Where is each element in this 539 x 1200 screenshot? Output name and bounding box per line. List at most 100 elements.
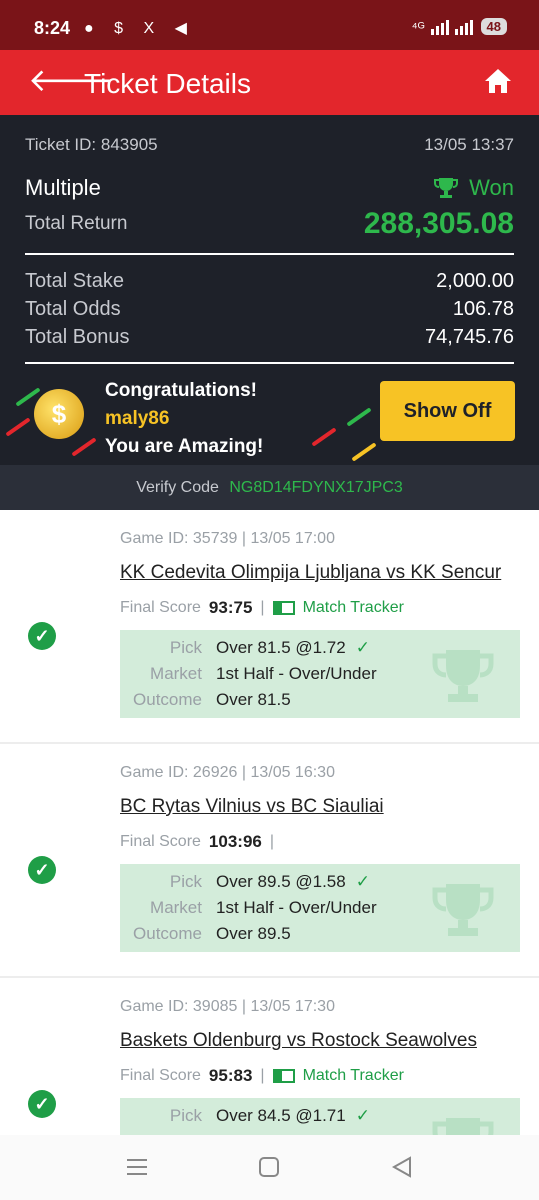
game-id: Game ID: 26926 | 13/05 16:30	[120, 764, 335, 781]
total-return-value: 288,305.08	[363, 207, 514, 240]
total-stake-row: Total Stake 2,000.00	[25, 270, 514, 293]
home-square-icon[interactable]	[257, 1155, 281, 1179]
divider	[25, 253, 514, 255]
battery-icon: 48	[480, 18, 507, 35]
total-stake-label: Total Stake	[25, 270, 124, 292]
outcome-row: Outcome Over 89.5	[120, 924, 291, 944]
match-title[interactable]: KK Cedevita Olimpija Ljubljana vs KK Sen…	[120, 562, 501, 584]
total-odds-label: Total Odds	[25, 298, 121, 320]
menu-icon[interactable]	[125, 1155, 149, 1179]
status-text: Won	[469, 175, 514, 200]
pick-value: Over 89.5 @1.58	[216, 872, 346, 891]
signal-icon	[430, 19, 473, 35]
trophy-icon	[434, 178, 459, 198]
outcome-row: Outcome Over 81.5	[120, 690, 291, 710]
app-bar: 🡐 Ticket Details	[0, 50, 539, 115]
match-tracker-label: Match Tracker	[302, 1067, 404, 1084]
notification-icons: ● $ X ◀	[84, 20, 195, 37]
list-item: ✓ Game ID: 35739 | 13/05 17:00 KK Cedevi…	[0, 510, 539, 744]
network-icon: ⁴ᴳ	[411, 18, 425, 35]
congrats-line3: You are Amazing!	[105, 436, 264, 457]
market-row: Market 1st Half - Over/Under	[120, 898, 377, 918]
match-tracker-icon	[272, 1069, 295, 1083]
status-badge: Won	[433, 175, 514, 201]
pick-row: Pick Over 81.5 @1.72 ✓	[120, 638, 370, 658]
outcome-label: Outcome	[133, 690, 202, 709]
final-score-line: Final Score 95:83 | Match Tracker	[120, 1066, 404, 1086]
total-stake-value: 2,000.00	[436, 270, 514, 292]
pick-value: Over 84.5 @1.71	[216, 1106, 346, 1125]
status-time: 8:24	[34, 18, 71, 38]
match-tracker-icon	[272, 601, 295, 615]
check-circle-icon: ✓	[28, 622, 56, 650]
outcome-label: Outcome	[133, 924, 202, 943]
confetti	[5, 417, 31, 437]
bet-type: Multiple	[25, 175, 101, 200]
system-nav-bar	[0, 1135, 539, 1200]
total-odds-row: Total Odds 106.78	[25, 298, 514, 321]
final-score-label: Final Score	[120, 599, 201, 616]
confetti	[311, 427, 337, 447]
match-title[interactable]: BC Rytas Vilnius vs BC Siauliai	[120, 796, 384, 818]
congrats-text: Congratulations! maly86 You are Amazing!	[105, 377, 263, 461]
check-icon: ✓	[355, 638, 370, 657]
list-item: ✓ Game ID: 26926 | 13/05 16:30 BC Rytas …	[0, 744, 539, 978]
home-icon[interactable]	[483, 66, 513, 96]
market-label: Market	[150, 898, 202, 917]
final-score-line: Final Score 103:96 |	[120, 832, 274, 852]
match-title[interactable]: Baskets Oldenburg vs Rostock Seawolves	[120, 1030, 477, 1052]
final-score-value: 93:75	[208, 598, 253, 617]
coin-icon: $	[34, 389, 84, 439]
pick-box: Pick Over 84.5 @1.71 ✓	[120, 1098, 520, 1135]
confetti	[71, 437, 97, 457]
match-tracker-link[interactable]: Match Tracker	[272, 1067, 404, 1085]
game-id: Game ID: 39085 | 13/05 17:30	[120, 998, 335, 1015]
divider	[25, 362, 514, 364]
total-bonus-label: Total Bonus	[25, 326, 130, 348]
market-label: Market	[150, 664, 202, 683]
pick-box: Pick Over 81.5 @1.72 ✓ Market 1st Half -…	[120, 630, 520, 718]
final-score-value: 103:96	[208, 832, 262, 851]
final-score-label: Final Score	[120, 1067, 201, 1084]
total-bonus-value: 74,745.76	[425, 326, 514, 348]
bet-type-row: Multiple Won	[25, 175, 514, 201]
check-circle-icon: ✓	[28, 856, 56, 884]
congrats-banner: $ Congratulations! maly86 You are Amazin…	[0, 365, 539, 465]
verify-code[interactable]: NG8D14FDYNX17JPC3	[229, 479, 402, 496]
check-icon: ✓	[355, 1106, 370, 1125]
total-return-row: Total Return 288,305.08	[25, 207, 514, 241]
ticket-id: Ticket ID: 843905	[25, 135, 158, 154]
trophy-icon	[432, 1118, 494, 1135]
trophy-icon	[432, 650, 494, 702]
total-odds-value: 106.78	[452, 298, 514, 320]
total-bonus-row: Total Bonus 74,745.76	[25, 326, 514, 349]
separator: |	[260, 1067, 265, 1084]
trophy-icon	[432, 884, 494, 936]
pick-label: Pick	[169, 872, 202, 891]
pick-label: Pick	[169, 1106, 202, 1125]
final-score-line: Final Score 93:75 | Match Tracker	[120, 598, 404, 618]
separator: |	[269, 833, 275, 850]
verify-bar: Verify Code NG8D14FDYNX17JPC3	[0, 465, 539, 510]
list-item: ✓ Game ID: 39085 | 13/05 17:30 Baskets O…	[0, 978, 539, 1135]
outcome-value: Over 81.5	[216, 690, 291, 709]
back-triangle-icon[interactable]	[390, 1155, 414, 1179]
show-off-button[interactable]: Show Off	[380, 381, 515, 441]
page-title: Ticket Details	[84, 68, 252, 99]
check-circle-icon: ✓	[28, 1090, 56, 1118]
ticket-id-row: Ticket ID: 843905 13/05 13:37	[25, 135, 514, 155]
match-tracker-label: Match Tracker	[302, 599, 404, 616]
pick-row: Pick Over 84.5 @1.71 ✓	[120, 1106, 370, 1126]
game-id: Game ID: 35739 | 13/05 17:00	[120, 530, 335, 547]
ticket-summary: Ticket ID: 843905 13/05 13:37 Multiple W…	[0, 115, 539, 465]
separator: |	[260, 599, 265, 616]
market-value: 1st Half - Over/Under	[216, 664, 377, 683]
final-score-value: 95:83	[208, 1066, 253, 1085]
pick-value: Over 81.5 @1.72	[216, 638, 346, 657]
market-row: Market 1st Half - Over/Under	[120, 664, 377, 684]
confetti	[351, 442, 377, 462]
match-tracker-link[interactable]: Match Tracker	[272, 599, 404, 617]
pick-row: Pick Over 89.5 @1.58 ✓	[120, 872, 370, 892]
pick-box: Pick Over 89.5 @1.58 ✓ Market 1st Half -…	[120, 864, 520, 952]
market-value: 1st Half - Over/Under	[216, 898, 377, 917]
